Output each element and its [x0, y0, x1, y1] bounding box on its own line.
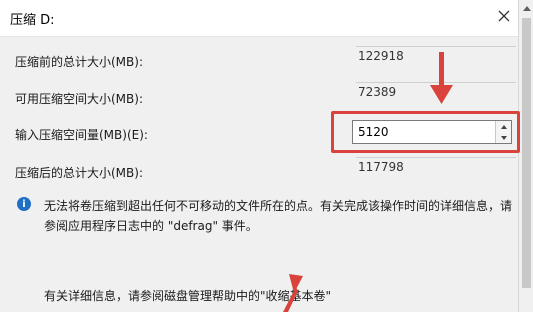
- title-bar: 压缩 D:: [0, 0, 518, 37]
- total-before-value: 122918: [356, 46, 516, 65]
- info-line-1: 无法将卷压缩到超出任何不可移动的文件所在的点。有关完成该操作时间的详细信息，请: [44, 199, 513, 213]
- close-button[interactable]: [492, 4, 516, 28]
- vertical-scrollbar[interactable]: [518, 0, 533, 312]
- total-after-label: 压缩后的总计大小(MB):: [15, 166, 143, 180]
- available-value: 72389: [356, 82, 516, 101]
- highlight-box: [331, 111, 520, 153]
- close-icon: [498, 10, 510, 22]
- input-label: 输入压缩空间量(MB)(E):: [15, 128, 148, 142]
- total-before-label: 压缩前的总计大小(MB):: [15, 55, 143, 69]
- info-line-2: 参阅应用程序日志中的 "defrag" 事件。: [44, 219, 258, 233]
- total-after-value: 117798: [356, 157, 516, 176]
- chevron-up-icon: [522, 6, 531, 11]
- info-icon: i: [17, 197, 31, 211]
- scroll-up-button[interactable]: [519, 0, 533, 17]
- info-message: 无法将卷压缩到超出任何不可移动的文件所在的点。有关完成该操作时间的详细信息，请 …: [44, 196, 514, 236]
- window-title: 压缩 D:: [10, 13, 55, 28]
- scroll-thumb[interactable]: [522, 18, 531, 288]
- available-label: 可用压缩空间大小(MB):: [15, 92, 143, 106]
- help-text: 有关详细信息，请参阅磁盘管理帮助中的"收缩基本卷": [44, 289, 332, 303]
